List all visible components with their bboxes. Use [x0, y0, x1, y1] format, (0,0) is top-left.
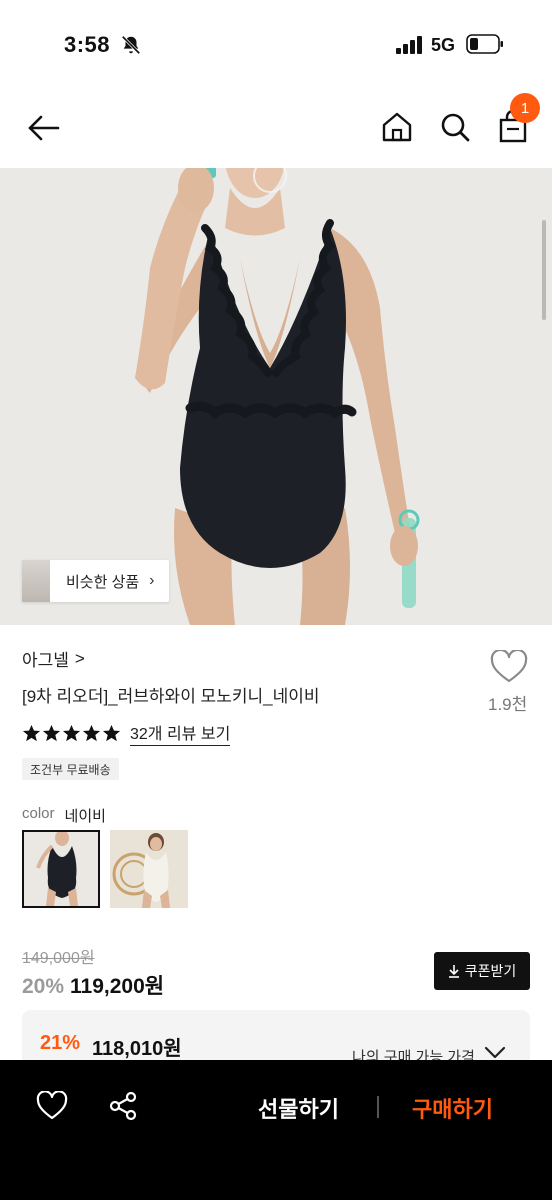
coupon-button[interactable]: 쿠폰받기 [434, 952, 530, 990]
gift-button[interactable]: 선물하기 [258, 1092, 339, 1124]
status-time: 3:58 [64, 32, 111, 57]
similar-products-label: 비슷한 상품 [66, 573, 140, 591]
chevron-down-icon [484, 1046, 506, 1059]
battery-icon [466, 34, 503, 54]
bottom-action-bar: 선물하기 구매하기 [0, 1060, 552, 1200]
image-scroll-indicator [542, 220, 546, 320]
color-row: color 네이비 [22, 805, 106, 826]
status-bar: 3:58 5G [0, 0, 552, 90]
color-swatch-navy[interactable] [22, 830, 100, 908]
download-icon [448, 965, 459, 978]
star-icon [102, 724, 121, 741]
heart-icon[interactable] [490, 650, 528, 684]
color-swatch-ivory[interactable] [110, 830, 188, 908]
review-link[interactable]: 32개 리뷰 보기 [130, 720, 231, 746]
chevron-right-icon: › [149, 572, 155, 589]
best-discount-rate: 21% [40, 1032, 81, 1054]
buy-button[interactable]: 구매하기 [412, 1092, 493, 1124]
search-icon[interactable] [436, 108, 474, 146]
heart-icon[interactable] [36, 1091, 68, 1121]
brand-name: 아그넬 [22, 651, 69, 670]
color-label: color [22, 805, 55, 822]
sale-price: 119,200원 [70, 975, 165, 998]
cart-badge: 1 [510, 93, 540, 123]
brand-link[interactable]: 아그넬 > [22, 646, 85, 671]
star-icon [42, 724, 61, 741]
product-title: [9차 리오더]_러브하와이 모노키니_네이비 [22, 687, 320, 706]
product-image[interactable]: 비슷한 상품 › [0, 168, 552, 625]
color-value: 네이비 [64, 808, 106, 825]
chevron-right-icon: > [74, 648, 85, 668]
similar-products-button[interactable]: 비슷한 상품 › [22, 560, 169, 602]
signal-icon [396, 36, 422, 54]
star-icon [62, 724, 81, 741]
star-icon [22, 724, 41, 741]
original-price: 149,000원 [22, 950, 95, 967]
divider [377, 1096, 379, 1118]
network-label: 5G [431, 35, 456, 55]
coupon-label: 쿠폰받기 [464, 963, 517, 979]
share-icon[interactable] [108, 1091, 138, 1121]
sale-price-row: 20% 119,200원 [22, 970, 164, 1000]
bell-off-icon [121, 35, 141, 55]
swatch-ivory-image [110, 830, 188, 908]
swatch-navy-image [24, 832, 98, 906]
model-illustration [0, 168, 552, 625]
like-count: 1.9천 [488, 695, 528, 714]
best-price: 118,010원 [92, 1038, 182, 1060]
star-icon [82, 724, 101, 741]
back-arrow-icon[interactable] [24, 108, 64, 148]
top-nav [0, 90, 552, 168]
rating-row: 32개 리뷰 보기 [22, 720, 231, 746]
home-icon[interactable] [378, 108, 416, 146]
similar-thumbnail [22, 560, 50, 602]
discount-rate: 20% [22, 975, 65, 998]
shipping-badge: 조건부 무료배송 [22, 758, 119, 780]
